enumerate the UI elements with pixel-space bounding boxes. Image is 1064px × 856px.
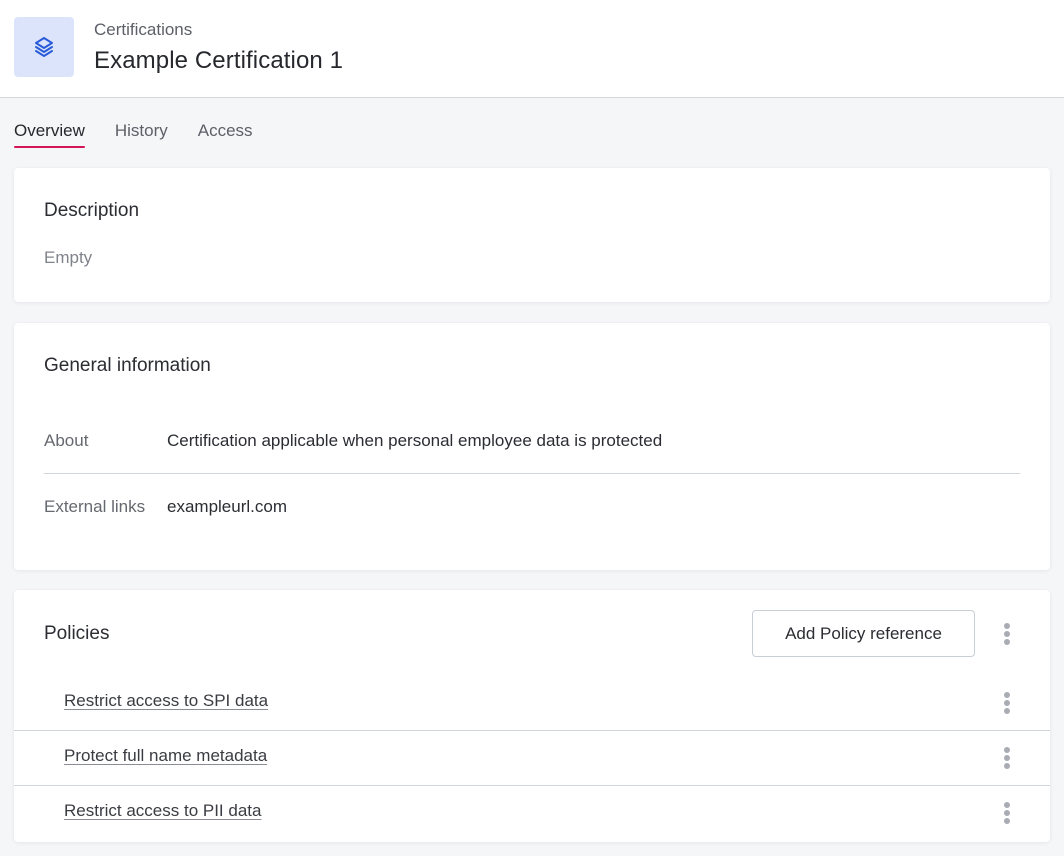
info-value: Certification applicable when personal e… xyxy=(167,430,663,450)
breadcrumb[interactable]: Certifications xyxy=(94,20,192,40)
tab-access[interactable]: Access xyxy=(198,120,253,148)
description-value: Empty xyxy=(44,248,93,267)
certification-icon-tile xyxy=(14,17,74,77)
policies-title: Policies xyxy=(44,623,110,644)
policy-link[interactable]: Restrict access to SPI data xyxy=(64,691,268,711)
info-label: External links xyxy=(44,497,146,516)
general-information-title: General information xyxy=(44,355,211,376)
general-information-card: General information About Certification … xyxy=(14,323,1050,570)
external-link[interactable]: exampleurl.com xyxy=(167,497,287,517)
policy-row: Protect full name metadata xyxy=(14,731,1050,786)
policy-row: Restrict access to PII data xyxy=(14,786,1050,841)
description-card: Description Empty xyxy=(14,168,1050,302)
page-header: Certifications Example Certification 1 xyxy=(0,0,1064,98)
info-row-about: About Certification applicable when pers… xyxy=(44,408,1020,474)
tab-overview[interactable]: Overview xyxy=(14,120,85,148)
more-vertical-icon[interactable] xyxy=(997,799,1017,827)
policy-link[interactable]: Protect full name metadata xyxy=(64,746,267,766)
info-row-external-links: External links exampleurl.com xyxy=(44,474,1020,540)
page-title: Example Certification 1 xyxy=(94,47,344,74)
policy-link[interactable]: Restrict access to PII data xyxy=(64,801,261,821)
more-vertical-icon[interactable] xyxy=(997,689,1017,717)
tab-history[interactable]: History xyxy=(115,120,168,148)
tab-bar: Overview History Access xyxy=(14,120,283,150)
policies-card: Policies Add Policy reference Restrict a… xyxy=(14,590,1050,842)
more-vertical-icon[interactable] xyxy=(997,744,1017,772)
description-title: Description xyxy=(44,200,140,221)
policy-row: Restrict access to SPI data xyxy=(14,676,1050,731)
add-policy-reference-button[interactable]: Add Policy reference xyxy=(752,610,975,657)
more-vertical-icon[interactable] xyxy=(997,620,1017,648)
info-label: About xyxy=(44,430,89,450)
layers-icon xyxy=(35,37,53,57)
